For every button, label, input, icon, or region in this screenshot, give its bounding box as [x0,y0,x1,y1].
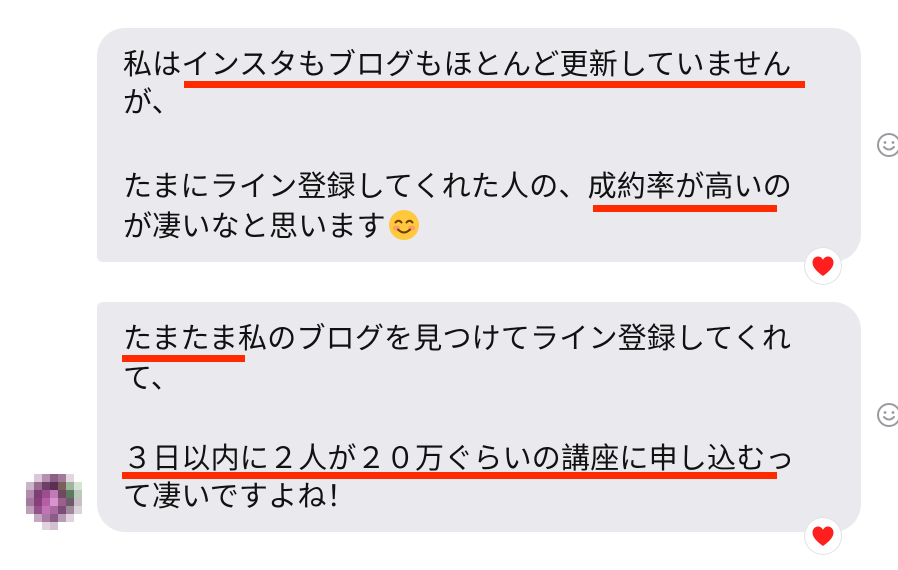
smiling-face-icon [388,209,420,241]
message-line: て、 [123,361,180,395]
message-line: ３日以内に２人が２０万ぐらいの講座に申し込むっ [123,441,795,475]
add-reaction-icon[interactable] [876,402,898,428]
message-line: が凄いなと思います [123,208,420,244]
reaction-badge[interactable] [805,518,841,554]
reaction-badge[interactable] [805,248,841,284]
chat-thread: 私はインスタもブログもほとんど更新していません が、 たまにライン登録してくれた… [0,0,898,570]
message-line: て凄いですよね！ [123,479,356,513]
add-reaction-icon[interactable] [876,132,898,158]
highlight-underline [593,205,777,212]
highlight-underline [122,355,245,362]
highlight-underline [184,81,805,88]
message-bubble[interactable]: たまたま私のブログを見つけてライン登録してくれ て、 ３日以内に２人が２０万ぐら… [97,302,861,532]
message-line: たまにライン登録してくれた人の、成約率が高いの [123,169,792,203]
avatar[interactable] [26,474,82,530]
message-line: が、 [123,85,181,119]
heart-icon [812,526,834,546]
message-bubble[interactable]: 私はインスタもブログもほとんど更新していません が、 たまにライン登録してくれた… [97,28,861,262]
message-line: 私はインスタもブログもほとんど更新していません [123,47,792,81]
message-line: たまたま私のブログを見つけてライン登録してくれ [123,321,792,355]
message-text: が凄いなと思います [123,209,386,243]
heart-icon [812,256,834,276]
highlight-underline [122,472,777,479]
